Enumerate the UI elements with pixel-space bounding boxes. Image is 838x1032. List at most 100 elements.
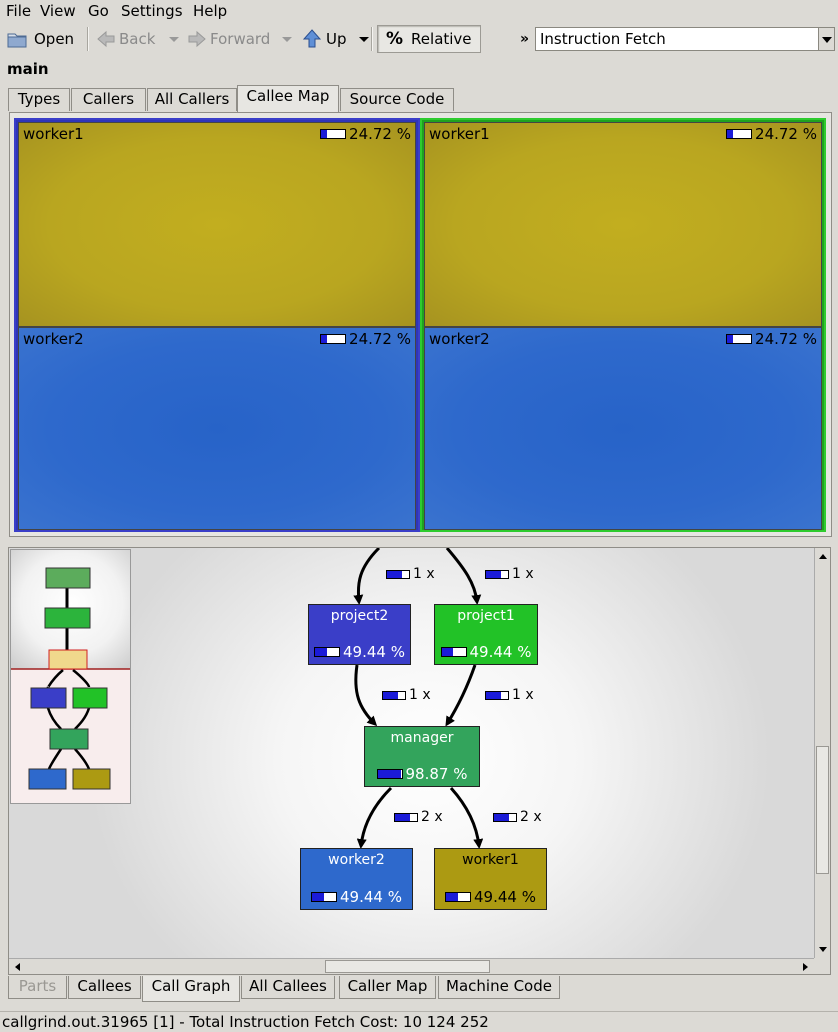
edge-label: 1 x [386, 566, 435, 582]
cell-cost: 24.72 % [320, 125, 411, 143]
call-count-bar [394, 812, 418, 822]
call-graph-overview[interactable] [10, 549, 131, 804]
tab-call-graph[interactable]: Call Graph [142, 976, 240, 1002]
call-graph-node-worker2[interactable]: worker2 49.44 % [300, 848, 413, 910]
callee-map-cell[interactable]: worker1 24.72 % [18, 122, 416, 327]
tab-callee-map-label: Callee Map [246, 87, 330, 105]
forward-arrow-icon [188, 30, 206, 48]
menu-view[interactable]: View [40, 2, 76, 20]
edge-label-text: 1 x [512, 566, 534, 582]
overflow-glyph: » [520, 31, 530, 47]
tab-machine-code[interactable]: Machine Code [438, 976, 560, 999]
edge-manager-worker1 [449, 786, 484, 849]
scroll-down-arrow-icon[interactable] [816, 942, 830, 956]
call-count-bar [493, 812, 517, 822]
back-dropdown-icon[interactable] [169, 34, 180, 44]
bottom-tab-bar: Parts Callees Call Graph All Callees Cal… [8, 976, 568, 1002]
toolbar-separator-2 [371, 27, 373, 51]
cost-bar [445, 892, 472, 902]
menu-help[interactable]: Help [193, 2, 227, 20]
tab-callees[interactable]: Callees [68, 976, 141, 999]
edge-label-text: 1 x [409, 687, 431, 703]
tab-callee-map[interactable]: Callee Map [237, 85, 339, 112]
node-name: manager [390, 730, 454, 746]
callee-map-cell[interactable]: worker2 24.72 % [18, 327, 416, 530]
forward-dropdown-icon[interactable] [282, 34, 293, 44]
edge-label: 1 x [485, 566, 534, 582]
callee-map-group-project2[interactable]: worker1 24.72 % worker2 24.72 % [14, 118, 420, 532]
edge-manager-worker2 [356, 786, 393, 849]
node-name: worker2 [328, 852, 385, 868]
tab-all-callees[interactable]: All Callees [241, 976, 335, 999]
up-label: Up [326, 30, 347, 48]
tab-all-callees-label: All Callees [249, 977, 327, 995]
scroll-up-arrow-icon[interactable] [816, 550, 830, 564]
callee-map[interactable]: worker1 24.72 % worker2 24.72 % worker1 … [9, 112, 832, 537]
cell-name: worker2 [23, 330, 84, 348]
call-graph-node-project1[interactable]: project1 49.44 % [434, 604, 538, 665]
node-pct: 49.44 % [343, 643, 405, 661]
cell-cost: 24.72 % [726, 330, 817, 348]
call-graph-node-manager[interactable]: manager 98.87 % [364, 726, 480, 787]
menu-file-label: File [6, 2, 32, 20]
back-arrow-icon [97, 30, 115, 48]
tab-source-code[interactable]: Source Code [340, 88, 454, 111]
call-count-bar [386, 569, 410, 579]
call-count-bar [382, 690, 406, 700]
horizontal-scroll-thumb[interactable] [325, 960, 490, 973]
up-dropdown-icon[interactable] [358, 34, 369, 44]
vertical-scroll-thumb[interactable] [816, 746, 829, 874]
call-count-bar [485, 690, 509, 700]
callee-map-cell[interactable]: worker1 24.72 % [424, 122, 822, 327]
forward-button[interactable]: Forward [187, 25, 293, 53]
chevron-down-icon[interactable] [818, 28, 834, 50]
vertical-scrollbar[interactable] [814, 548, 830, 958]
call-graph-canvas[interactable]: 1 x 1 x project2 49.44 % project1 49.44 … [9, 548, 814, 958]
node-pct: 49.44 % [474, 888, 536, 906]
tab-callers[interactable]: Callers [71, 88, 146, 111]
toolbar-overflow-button[interactable]: » [520, 25, 529, 53]
node-cost: 98.87 % [365, 765, 479, 783]
menu-view-label: View [40, 2, 76, 20]
status-bar: callgrind.out.31965 [1] - Total Instruct… [0, 1011, 838, 1032]
cost-bar [440, 647, 467, 657]
menu-file[interactable]: File [6, 2, 31, 20]
scroll-right-arrow-icon[interactable] [798, 960, 812, 974]
open-button[interactable]: Open [6, 25, 74, 53]
cost-bar [320, 334, 347, 344]
cell-pct: 24.72 % [755, 125, 817, 143]
tab-caller-map-label: Caller Map [347, 977, 428, 995]
call-graph[interactable]: 1 x 1 x project2 49.44 % project1 49.44 … [8, 547, 831, 975]
menu-settings-label: Settings [121, 2, 183, 20]
tab-all-callers[interactable]: All Callers [147, 88, 237, 111]
cell-cost: 24.72 % [726, 125, 817, 143]
back-button[interactable]: Back [96, 25, 180, 53]
callee-map-cell[interactable]: worker2 24.72 % [424, 327, 822, 530]
call-graph-node-worker1[interactable]: worker1 49.44 % [434, 848, 547, 910]
cell-cost: 24.72 % [320, 330, 411, 348]
toolbar-separator [87, 27, 89, 51]
cost-bar [726, 129, 753, 139]
call-graph-node-project2[interactable]: project2 49.44 % [308, 604, 411, 665]
event-type-select[interactable]: Instruction Fetch [535, 27, 835, 51]
menu-go[interactable]: Go [88, 2, 109, 20]
edge-project1-manager [445, 664, 477, 727]
edge-label: 2 x [394, 809, 443, 825]
tab-caller-map[interactable]: Caller Map [339, 976, 436, 999]
horizontal-scrollbar[interactable] [9, 958, 814, 974]
tab-parts[interactable]: Parts [8, 976, 67, 999]
relative-label: Relative [411, 30, 472, 48]
callee-map-group-project1[interactable]: worker1 24.72 % worker2 24.72 % [420, 118, 826, 532]
relative-toggle[interactable]: % Relative [377, 25, 481, 53]
tab-callers-label: Callers [82, 90, 135, 108]
scroll-left-arrow-icon[interactable] [11, 960, 25, 974]
menu-settings[interactable]: Settings [121, 2, 183, 20]
cell-name: worker1 [429, 125, 490, 143]
overview-drawing [11, 550, 130, 803]
cost-bar [320, 129, 347, 139]
node-cost: 49.44 % [301, 888, 412, 906]
up-button[interactable]: Up [302, 25, 369, 53]
menubar: File View Go Settings Help [0, 0, 838, 22]
tab-types-label: Types [17, 90, 61, 108]
tab-types[interactable]: Types [8, 88, 70, 111]
